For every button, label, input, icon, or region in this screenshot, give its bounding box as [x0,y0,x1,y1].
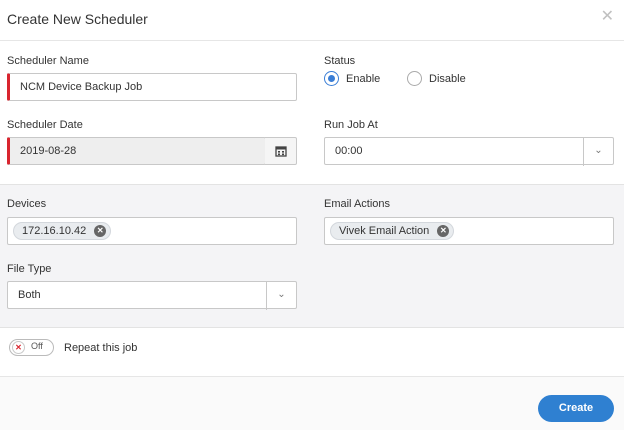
email-action-chip-label: Vivek Email Action [339,225,430,237]
dialog-title: Create New Scheduler [7,11,148,27]
status-enable-radio[interactable] [324,71,339,86]
scheduler-name-input[interactable]: NCM Device Backup Job [7,73,297,101]
file-type-label: File Type [7,263,52,275]
device-chip: 172.16.10.42 ✕ [13,222,112,240]
status-disable-radio[interactable] [407,71,422,86]
scheduler-date-input[interactable]: 2019-08-28 [7,137,266,165]
scheduler-name-label: Scheduler Name [7,55,89,67]
device-chip-label: 172.16.10.42 [22,225,87,237]
remove-chip-icon[interactable]: ✕ [94,225,107,237]
email-actions-label: Email Actions [324,198,391,210]
scheduler-date-label: Scheduler Date [7,119,83,131]
run-job-at-select[interactable]: 00:00 ⌄ [324,137,614,166]
dialog-header: Create New Scheduler ✕ [0,0,624,41]
close-icon[interactable]: ✕ [601,9,614,25]
file-type-value: Both [18,289,41,301]
status-enable-label: Enable [346,73,381,85]
create-scheduler-dialog: Create New Scheduler ✕ Scheduler Name NC… [0,0,624,430]
devices-label: Devices [7,198,47,210]
toggle-off-icon: ✕ [12,341,25,354]
status-disable-label: Disable [429,73,466,85]
chevron-down-icon[interactable]: ⌄ [583,138,613,166]
chevron-down-icon[interactable]: ⌄ [266,282,296,310]
file-type-select[interactable]: Both ⌄ [7,281,297,310]
toggle-state: Off [31,341,43,351]
dialog-footer: Create [0,376,624,430]
remove-chip-icon[interactable]: ✕ [437,225,450,237]
email-actions-input[interactable]: Vivek Email Action ✕ [324,217,614,245]
repeat-toggle[interactable]: ✕ Off [9,339,54,356]
status-label: Status [324,55,356,67]
calendar-icon [275,146,287,157]
run-job-at-value: 00:00 [335,145,363,157]
email-action-chip: Vivek Email Action ✕ [330,222,455,240]
create-button[interactable]: Create [538,395,614,422]
run-job-at-label: Run Job At [324,119,378,131]
devices-input[interactable]: 172.16.10.42 ✕ [7,217,297,245]
repeat-job-label: Repeat this job [64,342,138,354]
calendar-button[interactable] [265,137,297,165]
